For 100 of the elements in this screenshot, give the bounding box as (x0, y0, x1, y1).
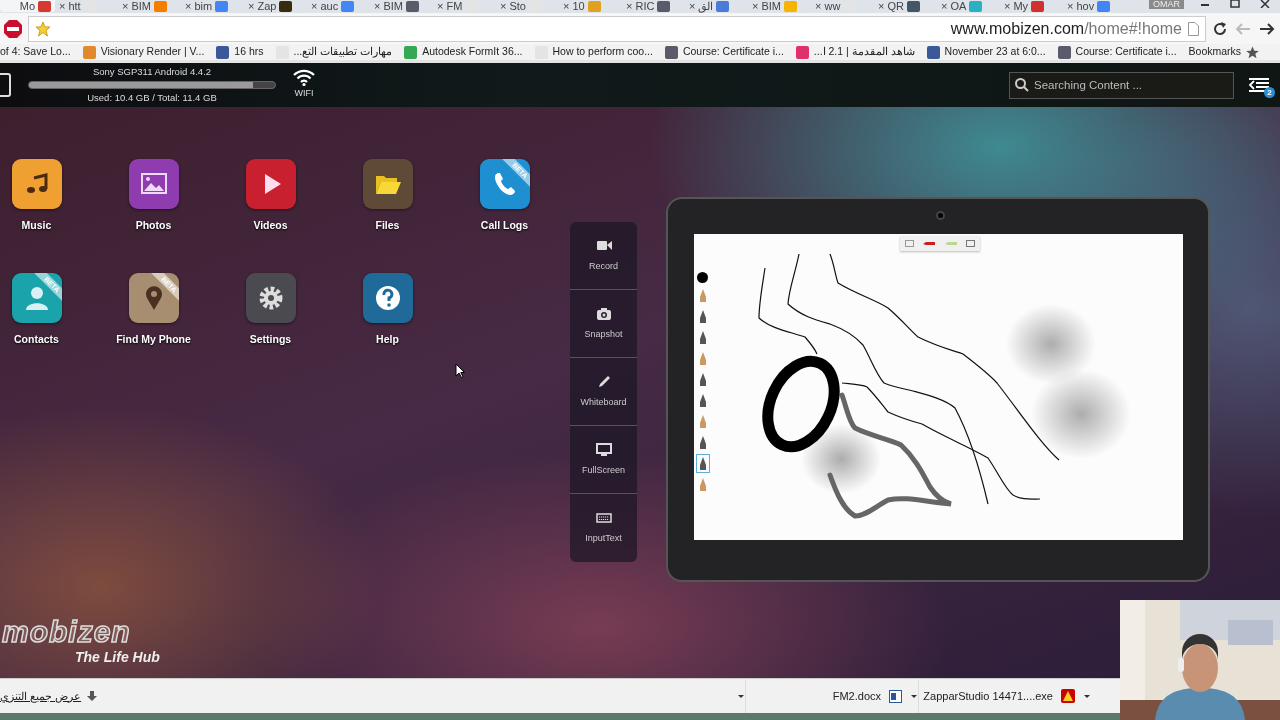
close-icon[interactable]: × (878, 0, 885, 12)
tab-title: OA (950, 0, 967, 12)
bookmark-link[interactable]: Autodesk FormIt 36... (422, 44, 523, 60)
color-swatch[interactable] (697, 272, 708, 283)
toolbar-button[interactable]: Whiteboard (570, 358, 637, 426)
close-icon[interactable] (1260, 0, 1270, 8)
caret-icon[interactable] (1083, 693, 1091, 699)
toolbar-button[interactable]: Record (570, 222, 637, 290)
caret-icon[interactable] (910, 693, 918, 699)
tab-title: ww (824, 0, 841, 12)
bookmark-link[interactable]: Course: Certificate i... (682, 44, 784, 60)
stop-sign-icon[interactable] (4, 19, 22, 38)
forward-icon[interactable] (1258, 20, 1276, 37)
close-icon[interactable]: × (815, 0, 822, 12)
browser-tab[interactable]: × BIM (118, 0, 181, 12)
app-tile[interactable]: Videos (212, 159, 329, 273)
toolbar-button[interactable]: InputText (570, 494, 637, 562)
bookmark-link[interactable]: Bookmarks (1188, 44, 1242, 60)
star-icon[interactable] (35, 20, 51, 37)
monitor-icon (595, 441, 612, 458)
browser-tab[interactable]: × 10 (559, 0, 622, 12)
close-icon[interactable]: × (563, 0, 570, 12)
device-name: Sony SGP311 Android 4.4.2 (92, 64, 212, 79)
browser-tab[interactable]: × ww (811, 0, 874, 12)
bookmark-link[interactable]: مهارات تطبيقات التع... (293, 44, 393, 60)
close-icon[interactable]: × (752, 0, 759, 12)
bookmark-link[interactable]: Course: Certificate i... (1075, 44, 1177, 60)
browser-tab[interactable]: Mo (0, 0, 55, 12)
toolbar-button[interactable]: FullScreen (570, 426, 637, 494)
app-tile[interactable]: Music (0, 159, 95, 273)
close-icon[interactable]: × (500, 0, 507, 12)
browser-tab[interactable]: × RIC (622, 0, 685, 12)
bookmark-link[interactable]: Visionary Render | V... (100, 44, 205, 60)
bookmark-link[interactable]: November 23 at 6:0... (944, 44, 1046, 60)
search-field[interactable]: Searching Content ... (1009, 71, 1234, 99)
close-icon[interactable]: × (941, 0, 948, 12)
tab-title: Zap (257, 0, 277, 12)
pen-icon (699, 415, 706, 428)
app-tile[interactable]: Photos (95, 159, 212, 273)
browser-tab[interactable]: × QR (874, 0, 937, 12)
tab-title: Sto (509, 0, 526, 12)
download-item[interactable]: FM2.docx (745, 679, 910, 713)
menu-icon[interactable] (1248, 77, 1270, 93)
browser-tab[interactable]: × hov (1063, 0, 1126, 12)
address-bar[interactable]: www.mobizen.com/home#!home (28, 15, 1206, 42)
browser-tab[interactable]: × bim (181, 0, 244, 12)
marker-icon[interactable] (944, 241, 957, 246)
pen-icon (699, 457, 706, 470)
show-all-downloads-link[interactable]: عرض جميع التنزي (0, 687, 82, 705)
close-icon[interactable]: × (59, 0, 66, 12)
close-icon[interactable]: × (1004, 0, 1011, 12)
bookmark-link[interactable]: How to perform coo... (552, 44, 653, 60)
app-tile[interactable]: Settings (212, 273, 329, 387)
toolbar-button[interactable]: Snapshot (570, 290, 637, 358)
tab-title: bim (194, 0, 213, 12)
pen-icon (699, 289, 706, 302)
close-icon[interactable]: × (689, 0, 696, 12)
browser-tab[interactable]: × BIM (748, 0, 811, 12)
tab-title: Mo (19, 0, 35, 12)
browser-tab[interactable]: × BIM (370, 0, 433, 12)
tab-title: الق (698, 0, 714, 12)
app-tile[interactable]: Files (329, 159, 446, 273)
browser-tab[interactable]: × htt (55, 0, 118, 12)
pen-icon (699, 331, 706, 344)
document-icon (889, 689, 902, 703)
download-item[interactable]: ZapparStudio 14471....exe (918, 679, 1083, 713)
browser-tab[interactable]: × الق (685, 0, 748, 12)
marker-icon[interactable] (923, 241, 936, 246)
close-icon[interactable]: × (1067, 0, 1074, 12)
close-icon[interactable]: × (122, 0, 129, 12)
browser-tab[interactable]: × My (1000, 0, 1063, 12)
bookmark-link[interactable]: شاهد المقدمة | 2.1 ا... (813, 44, 915, 60)
close-icon[interactable]: × (248, 0, 255, 12)
close-icon[interactable]: × (311, 0, 318, 12)
browser-tab[interactable]: × auc (307, 0, 370, 12)
close-icon[interactable]: × (374, 0, 381, 12)
tab-title: My (1013, 0, 1029, 12)
bookmark-link[interactable]: of 4: Save Lo... (0, 44, 71, 60)
rectangle-icon[interactable] (966, 240, 976, 247)
close-icon[interactable]: × (185, 0, 192, 12)
camera-icon (595, 305, 612, 322)
tab-title: htt (68, 0, 81, 12)
pen-icon (699, 373, 706, 386)
close-icon[interactable]: × (626, 0, 633, 12)
caret-icon[interactable] (737, 693, 745, 699)
maximize-icon[interactable] (1230, 0, 1240, 8)
pen-icon (699, 352, 706, 365)
reload-icon[interactable] (1212, 20, 1228, 37)
browser-tab[interactable]: × Zap (244, 0, 307, 12)
phone-icon[interactable] (0, 73, 12, 97)
tab-title: BIM (383, 0, 403, 12)
browser-tab[interactable]: × FM (433, 0, 496, 12)
pen-icon (699, 310, 706, 323)
browser-tab[interactable]: × Sto (496, 0, 559, 12)
browser-tab[interactable]: × OA (937, 0, 1000, 12)
close-icon[interactable]: × (437, 0, 444, 12)
app-tile[interactable]: Help (329, 273, 446, 387)
camera-lens-icon (936, 211, 945, 220)
bookmark-link[interactable]: 16 hrs (234, 44, 264, 60)
pen-tool[interactable] (696, 455, 709, 472)
